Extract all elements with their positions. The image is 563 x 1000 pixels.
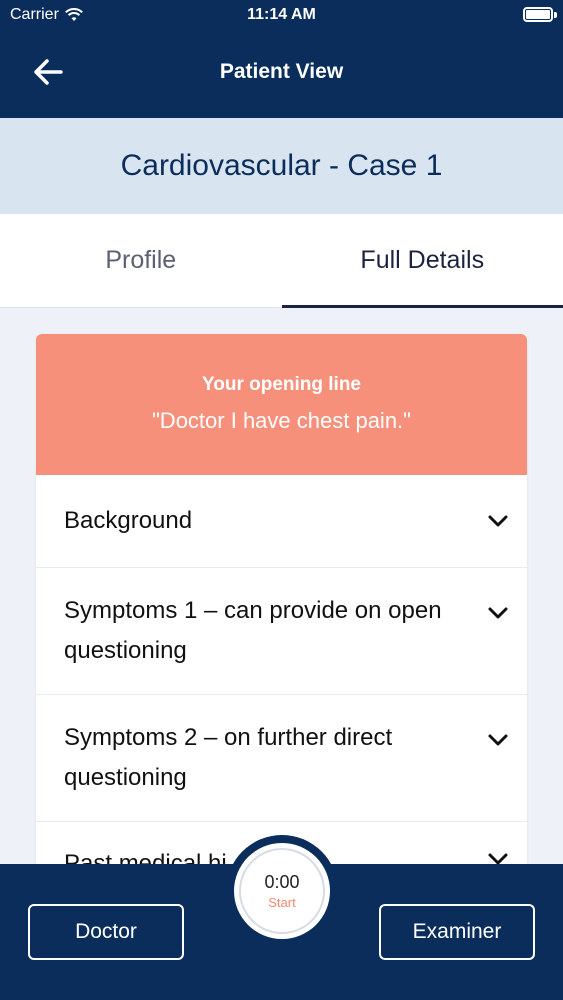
chevron-down-icon [488, 607, 508, 619]
section-label: Symptoms 2 – on further direct questioni… [64, 724, 393, 791]
tab-profile[interactable]: Profile [0, 214, 282, 307]
section-label: Background [64, 507, 193, 534]
doctor-button[interactable]: Doctor [28, 904, 184, 960]
details-card: Your opening line "Doctor I have chest p… [36, 334, 527, 874]
opening-line-label: Your opening line [201, 374, 362, 395]
tab-bar: Profile Full Details [0, 214, 563, 308]
tab-full-details-label: Full Details [360, 246, 485, 274]
section-symptoms-2[interactable]: Symptoms 2 – on further direct questioni… [36, 695, 527, 822]
timer-start-label: Start [268, 895, 296, 910]
examiner-button[interactable]: Examiner [379, 904, 535, 960]
status-time: 11:14 AM [247, 6, 316, 23]
chevron-down-icon [488, 515, 508, 527]
app-header: Carrier 11:14 AM Patient View [0, 0, 563, 118]
battery-icon [523, 7, 553, 22]
battery-nub [554, 12, 557, 18]
active-tab-indicator [281, 305, 563, 308]
timer-time: 0:00 [264, 872, 300, 892]
opening-line-panel: Your opening line "Doctor I have chest p… [36, 334, 527, 475]
section-background[interactable]: Background [36, 475, 527, 568]
timer-start-button[interactable]: 0:00 Start [226, 835, 338, 947]
page-title: Patient View [219, 60, 344, 83]
timer-ring: 0:00 Start [239, 848, 325, 934]
section-symptoms-1[interactable]: Symptoms 1 – can provide on open questio… [36, 568, 527, 695]
case-title: Cardiovascular - Case 1 [120, 149, 443, 182]
section-label: Symptoms 1 – can provide on open questio… [64, 597, 442, 664]
case-banner: Cardiovascular - Case 1 [0, 118, 563, 214]
opening-line-quote: "Doctor I have chest pain." [152, 408, 411, 433]
timer-face: 0:00 Start [234, 843, 330, 939]
status-bar: Carrier 11:14 AM [0, 0, 563, 30]
tab-profile-label: Profile [105, 246, 177, 274]
chevron-down-icon [488, 734, 508, 746]
tab-full-details[interactable]: Full Details [281, 214, 563, 308]
